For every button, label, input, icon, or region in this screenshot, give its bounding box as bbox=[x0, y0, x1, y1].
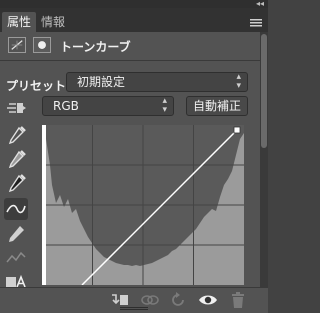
curve-point-icon[interactable] bbox=[4, 198, 28, 220]
preset-value: 初期設定 bbox=[77, 75, 126, 89]
scrollbar-thumb[interactable] bbox=[261, 34, 267, 148]
target-adjust-icon[interactable] bbox=[4, 97, 28, 119]
adjustment-title: トーンカーブ bbox=[60, 40, 131, 54]
curves-graph[interactable] bbox=[42, 125, 244, 285]
black-point-eyedropper-icon[interactable] bbox=[4, 173, 28, 195]
curve-endpoint-handle[interactable] bbox=[233, 126, 241, 134]
adjustment-header: トーンカーブ bbox=[0, 32, 260, 60]
tab-info[interactable]: 情報 bbox=[36, 12, 70, 32]
tab-properties[interactable]: 属性 bbox=[2, 12, 37, 32]
trash-icon[interactable] bbox=[228, 291, 248, 309]
curves-adjustment-icon bbox=[8, 37, 26, 53]
dropdown-arrows-icon: ▴ ▾ bbox=[162, 96, 167, 115]
resize-grip-icon[interactable] bbox=[120, 307, 148, 310]
layer-mask-icon bbox=[33, 37, 51, 53]
channel-value: RGB bbox=[53, 99, 79, 113]
gray-point-eyedropper-icon[interactable] bbox=[4, 149, 28, 171]
smooth-icon[interactable] bbox=[4, 247, 28, 269]
auto-button[interactable]: 自動補正 bbox=[186, 96, 248, 116]
graph-left-edge bbox=[42, 125, 46, 285]
curves-panel: プリセット： 初期設定 ▴ ▾ RGB ▴ ▾ 自動補正 bbox=[0, 61, 260, 288]
pencil-icon[interactable] bbox=[4, 223, 28, 245]
tab-bar: 属性 情報 bbox=[0, 8, 268, 33]
dropdown-arrows-icon: ▴ ▾ bbox=[236, 72, 241, 91]
white-point-eyedropper-icon[interactable] bbox=[4, 125, 28, 147]
reset-icon[interactable] bbox=[168, 291, 188, 309]
channel-dropdown[interactable]: RGB ▴ ▾ bbox=[42, 96, 174, 116]
panel-top-strip: ◂◂ bbox=[0, 0, 268, 8]
panel-menu-icon[interactable] bbox=[249, 18, 263, 28]
visibility-eye-icon[interactable] bbox=[198, 291, 218, 309]
preset-dropdown[interactable]: 初期設定 ▴ ▾ bbox=[66, 72, 248, 92]
